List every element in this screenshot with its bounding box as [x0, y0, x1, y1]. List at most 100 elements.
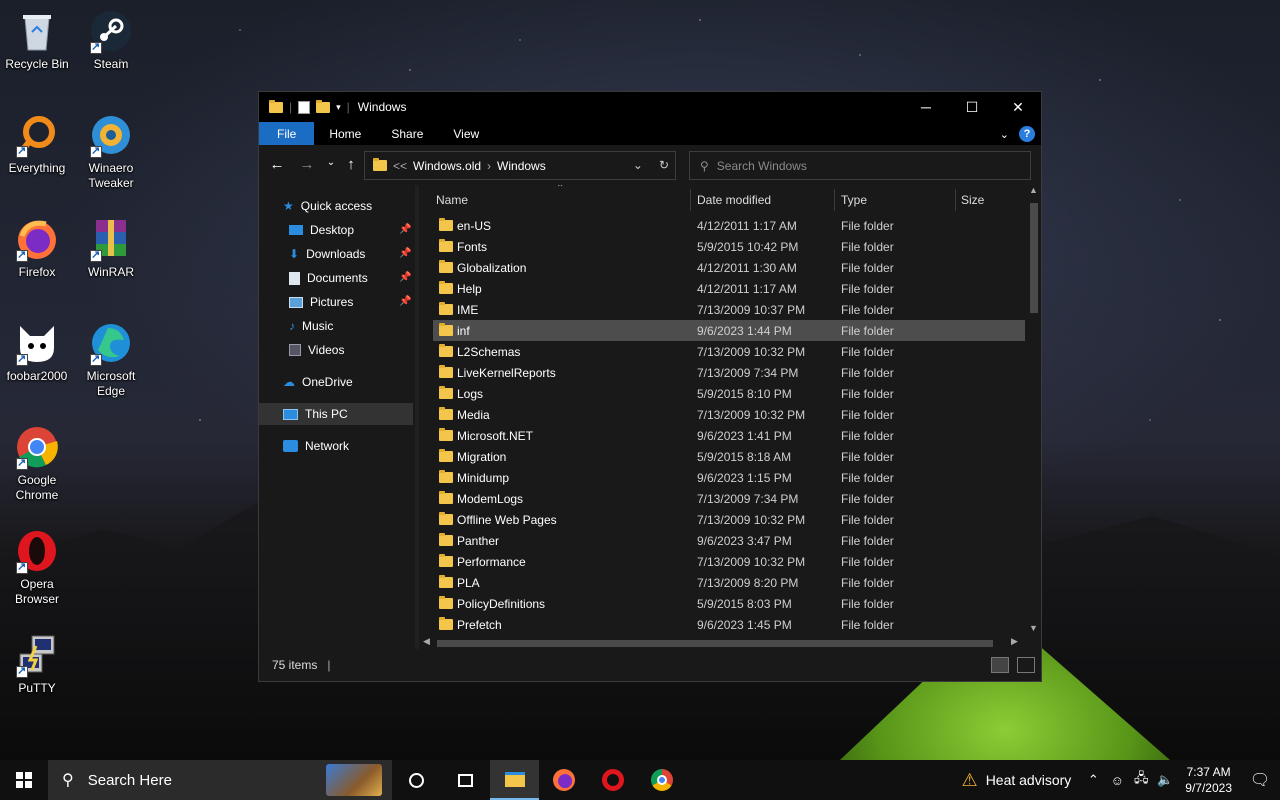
- tab-file[interactable]: File: [259, 122, 315, 145]
- new-folder-icon[interactable]: [316, 99, 331, 113]
- title-bar[interactable]: | ▾ | Windows ─ ☐ ✕: [259, 92, 1041, 122]
- file-row[interactable]: Performance 7/13/2009 10:32 PM File folder: [433, 551, 1025, 572]
- desktop-icon-winaero-tweaker[interactable]: Winaero Tweaker: [74, 112, 148, 191]
- navigation-pane[interactable]: ★ Quick access Desktop 📌 ⬇ Downloads 📌 D…: [259, 185, 415, 650]
- nav-network[interactable]: Network: [283, 435, 349, 457]
- file-row[interactable]: inf 9/6/2023 1:44 PM File folder: [433, 320, 1025, 341]
- file-row[interactable]: Media 7/13/2009 10:32 PM File folder: [433, 404, 1025, 425]
- breadcrumb-overflow[interactable]: <<: [393, 159, 407, 173]
- scroll-up-icon[interactable]: ▲: [1029, 185, 1038, 195]
- file-row[interactable]: en-US 4/12/2011 1:17 AM File folder: [433, 215, 1025, 236]
- start-button[interactable]: [0, 760, 48, 800]
- taskbar-firefox[interactable]: [539, 760, 588, 800]
- breadcrumb-windows-old[interactable]: Windows.old: [413, 159, 481, 173]
- chevron-right-icon[interactable]: ›: [487, 159, 491, 173]
- file-list[interactable]: Name ⌃ Date modified Type Size en-US 4/12…: [419, 185, 1041, 650]
- qat-dropdown-icon[interactable]: ▾: [336, 102, 341, 113]
- file-row[interactable]: Prefetch 9/6/2023 1:45 PM File folder: [433, 614, 1025, 635]
- breadcrumb-windows[interactable]: Windows: [497, 159, 546, 173]
- nav-onedrive[interactable]: ☁ OneDrive: [283, 371, 353, 393]
- desktop-icon-everything[interactable]: Everything: [0, 112, 74, 176]
- search-input[interactable]: [716, 158, 1007, 173]
- file-row[interactable]: Minidump 9/6/2023 1:15 PM File folder: [433, 467, 1025, 488]
- nav-desktop[interactable]: Desktop: [289, 219, 354, 241]
- scroll-left-icon[interactable]: ◀: [423, 636, 430, 647]
- explorer-window[interactable]: | ▾ | Windows ─ ☐ ✕ File Home Share View…: [258, 91, 1042, 682]
- desktop-icon-winrar[interactable]: WinRAR: [74, 216, 148, 280]
- chevron-up-icon[interactable]: ⌃: [1081, 772, 1105, 788]
- column-separator[interactable]: [690, 189, 691, 211]
- column-separator[interactable]: [834, 189, 835, 211]
- file-row[interactable]: Fonts 5/9/2015 10:42 PM File folder: [433, 236, 1025, 257]
- desktop-icon-recycle-bin[interactable]: Recycle Bin: [0, 8, 74, 72]
- expand-ribbon-icon[interactable]: ⌄: [1000, 128, 1009, 141]
- desktop-icon-putty[interactable]: PuTTY: [0, 632, 74, 696]
- taskbar-file-explorer[interactable]: [490, 760, 539, 800]
- file-row[interactable]: IME 7/13/2009 10:37 PM File folder: [433, 299, 1025, 320]
- nav-videos[interactable]: Videos: [289, 339, 344, 361]
- desktop-icon-chrome[interactable]: Google Chrome: [0, 424, 74, 503]
- tab-view[interactable]: View: [438, 122, 494, 145]
- file-row[interactable]: Help 4/12/2011 1:17 AM File folder: [433, 278, 1025, 299]
- taskbar-chrome[interactable]: [637, 760, 686, 800]
- desktop-icon-opera[interactable]: Opera Browser: [0, 528, 74, 607]
- people-icon[interactable]: ☺: [1105, 773, 1129, 788]
- scroll-down-icon[interactable]: ▼: [1029, 623, 1038, 633]
- scrollbar-thumb[interactable]: [437, 640, 993, 647]
- task-view-button[interactable]: [441, 760, 490, 800]
- close-button[interactable]: ✕: [995, 92, 1041, 122]
- horizontal-scrollbar[interactable]: ◀ ▶: [419, 634, 1025, 650]
- file-row[interactable]: L2Schemas 7/13/2009 10:32 PM File folder: [433, 341, 1025, 362]
- minimize-button[interactable]: ─: [903, 92, 949, 122]
- column-date[interactable]: Date modified: [697, 185, 835, 215]
- file-row[interactable]: Logs 5/9/2015 8:10 PM File folder: [433, 383, 1025, 404]
- tab-home[interactable]: Home: [314, 122, 376, 145]
- details-view-button[interactable]: [991, 657, 1009, 673]
- refresh-icon[interactable]: ↻: [659, 158, 669, 172]
- maximize-button[interactable]: ☐: [949, 92, 995, 122]
- forward-button[interactable]: →: [295, 156, 319, 173]
- column-separator[interactable]: [955, 189, 956, 211]
- tab-share[interactable]: Share: [376, 122, 438, 145]
- large-icons-view-button[interactable]: [1017, 657, 1035, 673]
- notifications-icon[interactable]: 🗨: [1240, 770, 1280, 790]
- file-row[interactable]: PolicyDefinitions 5/9/2015 8:03 PM File fo…: [433, 593, 1025, 614]
- scroll-right-icon[interactable]: ▶: [1011, 636, 1018, 647]
- file-row[interactable]: PLA 7/13/2009 8:20 PM File folder: [433, 572, 1025, 593]
- desktop-icon-firefox[interactable]: Firefox: [0, 216, 74, 280]
- taskbar-search-input[interactable]: [87, 771, 308, 789]
- desktop-icon-steam[interactable]: Steam: [74, 8, 148, 72]
- cortana-button[interactable]: [392, 760, 441, 800]
- file-row[interactable]: Panther 9/6/2023 3:47 PM File folder: [433, 530, 1025, 551]
- nav-pictures[interactable]: Pictures: [289, 291, 353, 313]
- nav-music[interactable]: ♪ Music: [289, 315, 333, 337]
- nav-quick-access[interactable]: ★ Quick access: [283, 195, 372, 217]
- network-icon[interactable]: 🖧: [1129, 769, 1153, 791]
- file-row[interactable]: Globalization 4/12/2011 1:30 AM File folde…: [433, 257, 1025, 278]
- clock[interactable]: 7:37 AM 9/7/2023: [1177, 764, 1240, 796]
- nav-downloads[interactable]: ⬇ Downloads: [289, 243, 365, 265]
- volume-icon[interactable]: 🔈: [1153, 772, 1177, 788]
- file-row[interactable]: Microsoft.NET 9/6/2023 1:41 PM File folder: [433, 425, 1025, 446]
- address-box[interactable]: << Windows.old › Windows ⌄ ↻: [364, 151, 676, 180]
- scrollbar-thumb[interactable]: [1030, 203, 1038, 313]
- weather-widget[interactable]: ⚠ Heat advisory: [952, 770, 1082, 791]
- file-row[interactable]: ModemLogs 7/13/2009 7:34 PM File folder: [433, 488, 1025, 509]
- file-row[interactable]: LiveKernelReports 7/13/2009 7:34 PM File f…: [433, 362, 1025, 383]
- search-highlight-icon[interactable]: [326, 764, 382, 796]
- vertical-scrollbar[interactable]: ▲ ▼: [1025, 185, 1041, 635]
- desktop-icon-edge[interactable]: Microsoft Edge: [74, 320, 148, 399]
- help-icon[interactable]: ?: [1019, 126, 1035, 142]
- taskbar-opera[interactable]: [588, 760, 637, 800]
- column-type[interactable]: Type: [841, 185, 956, 215]
- address-dropdown-icon[interactable]: ⌄: [633, 158, 643, 172]
- file-row[interactable]: Migration 5/9/2015 8:18 AM File folder: [433, 446, 1025, 467]
- column-size[interactable]: Size: [961, 185, 1021, 215]
- file-row[interactable]: Offline Web Pages 7/13/2009 10:32 PM File …: [433, 509, 1025, 530]
- taskbar-search-box[interactable]: ⚲: [48, 760, 392, 800]
- up-button[interactable]: ↑: [339, 156, 363, 173]
- back-button[interactable]: ←: [265, 156, 289, 173]
- nav-documents[interactable]: Documents: [289, 267, 368, 289]
- column-name[interactable]: Name ⌃: [436, 185, 691, 215]
- properties-icon[interactable]: [298, 100, 311, 114]
